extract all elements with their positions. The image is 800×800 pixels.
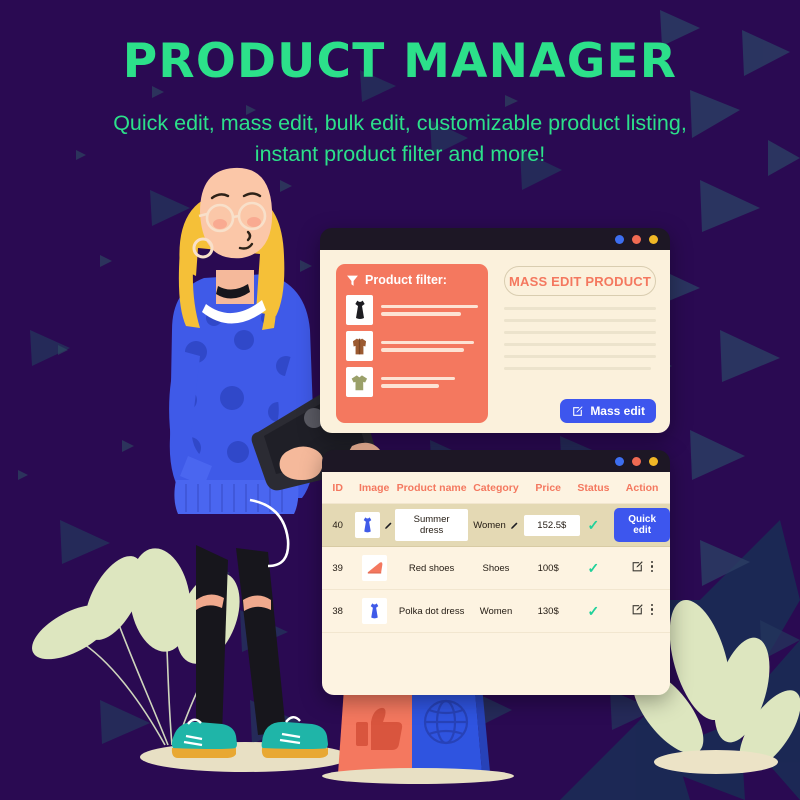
filter-item[interactable] [346, 295, 478, 325]
product-filter-header: Product filter: [346, 273, 478, 287]
products-table: ID Image Product name Category Price Sta… [322, 472, 670, 661]
red-shoe-icon [361, 555, 387, 581]
filter-item-lines [381, 340, 478, 352]
cell-action [614, 589, 670, 633]
olive-tshirt-icon [346, 367, 373, 397]
window-dot-red[interactable] [632, 456, 641, 466]
column-header-action[interactable]: Action [614, 472, 670, 504]
cell-product-name: Polka dot dress [395, 589, 469, 633]
filter-item-lines [381, 304, 478, 316]
column-header-image[interactable]: Image [353, 472, 396, 504]
funnel-icon [347, 275, 358, 286]
window-dot-red[interactable] [632, 234, 641, 244]
cell-id: 39 [322, 546, 354, 590]
cell-category: Women [468, 589, 524, 633]
cell-action [614, 546, 670, 590]
cell-status: ✓ [572, 546, 615, 590]
table-row-partial[interactable] [322, 633, 670, 661]
table-row[interactable]: 40 Summer dress Women 152.5$ ✓ Quick edi… [322, 503, 670, 547]
product-filter-panel: Product filter: [336, 264, 488, 423]
cell-action: Quick edit [614, 503, 670, 547]
product-filter-label: Product filter: [365, 273, 447, 287]
mass-edit-window: Product filter: MASS EDIT PRODUCT Mass e… [320, 228, 670, 433]
cell-price: 152.5$ [523, 503, 580, 547]
column-header-status[interactable]: Status [572, 472, 615, 504]
mass-edit-button[interactable]: Mass edit [560, 399, 656, 423]
product-table-window: ID Image Product name Category Price Sta… [322, 450, 670, 695]
status-check-icon: ✓ [587, 559, 600, 576]
filter-item[interactable] [346, 367, 478, 397]
cell-id: 38 [322, 589, 354, 633]
pencil-icon[interactable] [510, 521, 519, 530]
cell-image [353, 589, 396, 633]
column-header-id[interactable]: ID [322, 472, 354, 504]
poster-canvas: PRODUCT MANAGER Quick edit, mass edit, b… [0, 0, 800, 800]
table-row[interactable]: 39 Red shoes Shoes 100$ ✓ [322, 546, 670, 590]
content-placeholder-lines [504, 307, 656, 370]
quick-edit-button[interactable]: Quick edit [614, 508, 670, 542]
cell-product-name: Red shoes [395, 546, 469, 590]
window-dot-blue[interactable] [615, 456, 624, 466]
blue-dress-icon [355, 512, 381, 538]
mass-edit-button-label: Mass edit [590, 404, 645, 418]
product-table-window-titlebar [322, 450, 670, 472]
filter-item[interactable] [346, 331, 478, 361]
column-header-product-name[interactable]: Product name [395, 472, 469, 504]
edit-icon [573, 405, 583, 416]
cell-category: Shoes [468, 546, 524, 590]
window-dot-yellow[interactable] [649, 234, 658, 244]
mass-edit-window-body: Product filter: MASS EDIT PRODUCT Mass e… [320, 250, 670, 433]
column-header-price[interactable]: Price [523, 472, 573, 504]
edit-icon[interactable] [631, 603, 644, 616]
status-check-icon: ✓ [587, 516, 600, 533]
window-dot-yellow[interactable] [649, 456, 658, 466]
blue-dress-icon [361, 598, 387, 624]
cell-id: 40 [322, 503, 354, 547]
mass-edit-product-title: MASS EDIT PRODUCT [504, 266, 656, 296]
cell-category: Women [468, 503, 524, 547]
black-dress-icon [346, 295, 373, 325]
table-header-row: ID Image Product name Category Price Sta… [322, 472, 670, 504]
brown-jacket-icon [346, 331, 373, 361]
product-table-body: ID Image Product name Category Price Sta… [322, 472, 670, 695]
cell-price: 100$ [523, 546, 573, 590]
more-options-icon[interactable] [650, 603, 654, 616]
cell-image [353, 503, 396, 547]
page-title: PRODUCT MANAGER [122, 34, 678, 89]
subtitle-line-2: instant product filter and more! [254, 142, 546, 166]
more-options-icon[interactable] [650, 560, 654, 573]
category-value: Women [473, 519, 506, 531]
cell-status: ✓ [572, 589, 615, 633]
edit-icon[interactable] [631, 560, 644, 573]
price-input[interactable]: 152.5$ [523, 514, 580, 536]
cell-price: 130$ [523, 589, 573, 633]
status-check-icon: ✓ [587, 602, 600, 619]
table-row[interactable]: 38 Polka dot dress Women 130$ ✓ [322, 589, 670, 633]
window-dot-blue[interactable] [615, 234, 624, 244]
cell-product-name: Summer dress [395, 503, 469, 547]
filter-item-lines [381, 376, 478, 388]
subtitle-line-1: Quick edit, mass edit, bulk edit, custom… [113, 111, 687, 135]
product-name-input[interactable]: Summer dress [395, 509, 469, 541]
cell-image [353, 546, 396, 590]
pencil-icon[interactable] [384, 521, 393, 530]
page-subtitle: Quick edit, mass edit, bulk edit, custom… [60, 108, 740, 170]
column-header-category[interactable]: Category [468, 472, 524, 504]
mass-edit-window-titlebar [320, 228, 670, 250]
